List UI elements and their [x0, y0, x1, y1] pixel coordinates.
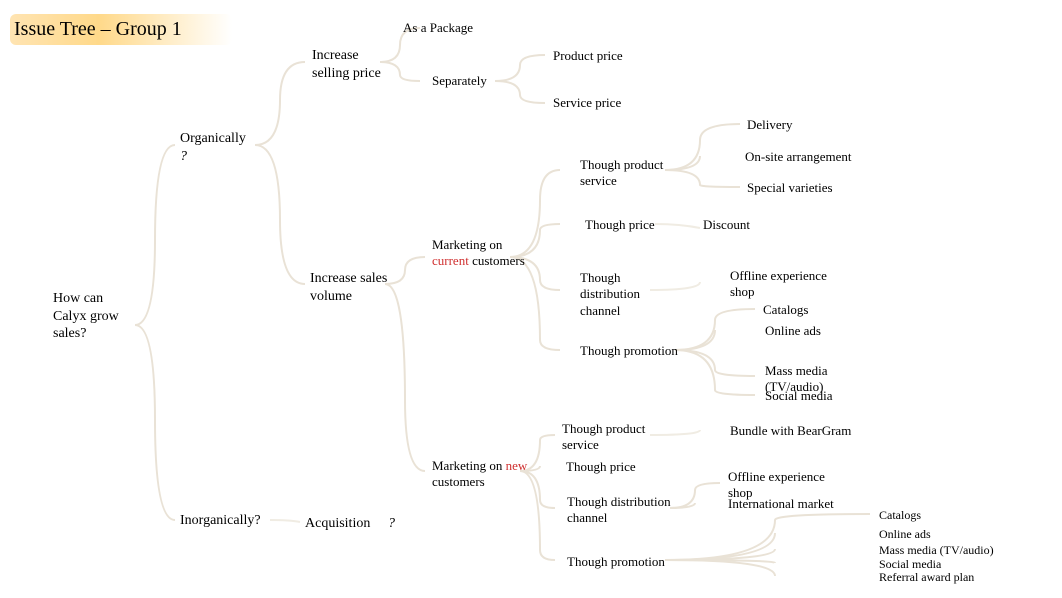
node-cur-offline-shop: Offline experience shop: [730, 268, 840, 301]
node-as-package: As a Package: [403, 20, 473, 36]
label-new-word: new: [506, 458, 528, 473]
node-cur-promotion: Though promotion: [580, 343, 678, 359]
node-bundle: Bundle with BearGram: [730, 423, 851, 439]
node-new-distribution: Though distribution channel: [567, 494, 677, 527]
node-new-product-service: Though product service: [562, 421, 652, 454]
node-cur-online-ads: Online ads: [765, 323, 821, 339]
label-marketing-current-pre: Marketing on: [432, 237, 502, 252]
node-cur-product-service: Though product service: [580, 157, 670, 190]
node-cur-social-media: Social media: [765, 388, 833, 404]
node-acquisition: Acquisition: [305, 515, 370, 533]
node-new-promotion: Though promotion: [567, 554, 665, 570]
node-discount: Discount: [703, 217, 753, 233]
node-cur-distribution: Though distribution channel: [580, 270, 660, 319]
node-new-online-ads: Online ads: [879, 527, 931, 542]
qmark-acquisition: ?: [388, 515, 395, 533]
node-new-catalogs: Catalogs: [879, 508, 921, 523]
node-new-price: Though price: [566, 459, 636, 475]
node-new-mass-media: Mass media (TV/audio): [879, 543, 994, 558]
label-current-word: current: [432, 253, 469, 268]
node-onsite: On-site arrangement: [745, 149, 851, 165]
issue-tree-canvas: Issue Tree – Group 1: [0, 0, 1062, 598]
label-marketing-new-pre: Marketing on: [432, 458, 502, 473]
node-marketing-current: Marketing on current customers: [432, 237, 532, 270]
page-title: Issue Tree – Group 1: [10, 14, 232, 45]
node-marketing-new: Marketing on new customers: [432, 458, 542, 491]
label-marketing-new-post: customers: [432, 474, 485, 489]
label-marketing-current-post: customers: [472, 253, 525, 268]
node-referral: Referral award plan: [879, 570, 974, 585]
node-increase-price: Increase selling price: [312, 47, 392, 82]
node-service-price: Service price: [553, 95, 621, 111]
node-delivery: Delivery: [747, 117, 792, 133]
node-special: Special varieties: [747, 180, 833, 196]
label-organically: Organically: [180, 131, 246, 146]
node-organically: Organically ?: [180, 130, 246, 165]
node-cur-price: Though price: [585, 217, 655, 233]
root-question: How can Calyx grow sales?: [53, 290, 133, 343]
node-cur-catalogs: Catalogs: [763, 302, 809, 318]
qmark-organically: ?: [180, 149, 187, 164]
node-international: International market: [728, 496, 834, 512]
node-increase-volume: Increase sales volume: [310, 270, 390, 305]
node-product-price: Product price: [553, 48, 623, 64]
node-separately: Separately: [432, 73, 487, 89]
node-inorganically: Inorganically?: [180, 512, 261, 530]
